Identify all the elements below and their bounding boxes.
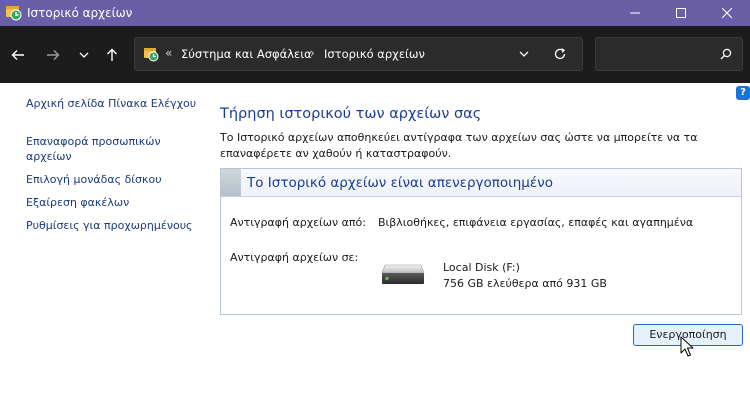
arrow-left-icon: [11, 50, 24, 60]
arrow-right-icon: [47, 50, 60, 60]
file-history-icon: [144, 48, 159, 62]
copy-from-label: Αντιγραφή αρχείων από:: [230, 216, 366, 229]
chevron-down-icon: [79, 52, 89, 58]
status-panel-header: Το Ιστορικό αρχείων είναι απενεργοποιημέ…: [221, 169, 741, 197]
window-title: Ιστορικό αρχείων: [27, 6, 133, 20]
sidebar-item-exclude-folders[interactable]: Εξαίρεση φακέλων: [26, 195, 129, 210]
navigation-bar: « Σύστημα και Ασφάλεια › Ιστορικό αρχείω…: [0, 26, 750, 83]
sidebar-item-restore-personal-files[interactable]: Επαναφορά προσωπικών αρχείων: [26, 134, 186, 164]
drive-icon: [381, 264, 425, 284]
page-title: Τήρηση ιστορικού των αρχείων σας: [220, 106, 482, 122]
status-panel: Το Ιστορικό αρχείων είναι απενεργοποιημέ…: [220, 168, 742, 315]
address-bar[interactable]: « Σύστημα και Ασφάλεια › Ιστορικό αρχείω…: [134, 37, 583, 71]
search-box[interactable]: [595, 37, 743, 71]
arrow-up-icon: [107, 48, 117, 61]
mouse-cursor-icon: [680, 336, 694, 357]
breadcrumb-overflow[interactable]: «: [165, 46, 172, 60]
breadcrumb-system-security[interactable]: Σύστημα και Ασφάλεια: [181, 47, 312, 61]
help-icon[interactable]: ?: [736, 86, 750, 100]
search-input[interactable]: [602, 45, 716, 65]
copy-from-value: Βιβλιοθήκες, επιφάνεια εργασίας, επαφές …: [378, 216, 694, 229]
up-button[interactable]: [100, 43, 124, 67]
page-description: Το Ιστορικό αρχείων αποθηκεύει αντίγραφα…: [220, 131, 698, 160]
drive-free-space: 756 GB ελεύθερα από 931 GB: [443, 277, 607, 290]
close-icon: [722, 8, 732, 18]
maximize-icon: [676, 8, 686, 18]
search-icon[interactable]: [720, 48, 732, 60]
sidebar-item-control-panel-home[interactable]: Αρχική σελίδα Πίνακα Ελέγχου: [26, 96, 196, 111]
status-accent-bar: [221, 169, 241, 196]
refresh-icon[interactable]: [553, 47, 567, 61]
file-history-icon: [6, 6, 22, 21]
forward-button[interactable]: [41, 43, 65, 67]
breadcrumb-separator[interactable]: ›: [310, 46, 315, 60]
status-title: Το Ιστορικό αρχείων είναι απενεργοποιημέ…: [247, 175, 553, 191]
title-bar: Ιστορικό αρχείων: [0, 0, 750, 26]
breadcrumb-file-history[interactable]: Ιστορικό αρχείων: [324, 47, 425, 61]
copy-to-label: Αντιγραφή αρχείων σε:: [230, 251, 359, 264]
recent-locations-button[interactable]: [72, 43, 96, 67]
sidebar-item-advanced-settings[interactable]: Ρυθμίσεις για προχωρημένους: [26, 218, 193, 233]
chevron-down-icon[interactable]: [518, 48, 530, 60]
close-button[interactable]: [704, 0, 750, 26]
drive-name: Local Disk (F:): [443, 261, 520, 274]
minimize-icon: [630, 12, 640, 14]
maximize-button[interactable]: [658, 0, 704, 26]
sidebar-item-select-drive[interactable]: Επιλογή μονάδας δίσκου: [26, 172, 162, 187]
back-button[interactable]: [6, 43, 30, 67]
minimize-button[interactable]: [612, 0, 658, 26]
